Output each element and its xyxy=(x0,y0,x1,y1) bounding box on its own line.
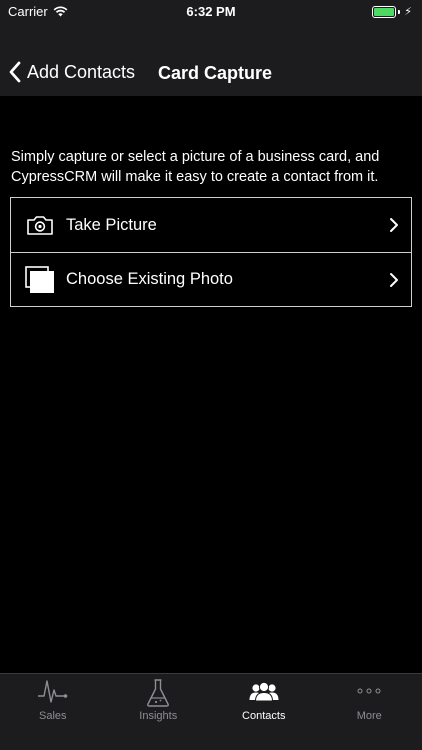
tab-insights-label: Insights xyxy=(139,710,178,722)
photos-icon xyxy=(25,266,54,293)
back-label: Add Contacts xyxy=(27,61,136,82)
choose-photo-label: Choose Existing Photo xyxy=(66,270,233,288)
tab-sales-label: Sales xyxy=(38,710,67,722)
page-title: Card Capture xyxy=(158,63,273,83)
chevron-left-icon xyxy=(9,61,21,83)
battery-icon: ⚡ xyxy=(372,5,412,18)
tab-more-label: More xyxy=(356,710,382,722)
tab-contacts[interactable]: Contacts xyxy=(211,674,317,734)
take-picture-option[interactable]: Take Picture xyxy=(11,198,411,252)
top-bar: Carrier 6:32 PM ⚡ Add Contacts Card Capt… xyxy=(0,0,422,96)
tab-more[interactable]: More xyxy=(317,674,422,734)
status-time: 6:32 PM xyxy=(186,4,236,19)
back-button[interactable]: Add Contacts xyxy=(8,61,135,83)
people-icon xyxy=(249,681,279,702)
flask-icon xyxy=(147,679,170,707)
chevron-right-icon xyxy=(390,273,398,287)
chevron-right-icon xyxy=(390,218,398,232)
screen: Carrier 6:32 PM ⚡ Add Contacts Card Capt… xyxy=(0,0,422,750)
status-bar: Carrier 6:32 PM ⚡ xyxy=(0,0,422,24)
take-picture-label: Take Picture xyxy=(66,215,157,234)
description-text: Simply capture or select a picture of a … xyxy=(11,149,380,185)
pulse-icon xyxy=(37,680,68,703)
choose-photo-option[interactable]: Choose Existing Photo xyxy=(11,252,411,306)
charging-icon: ⚡ xyxy=(404,6,412,18)
ellipsis-icon xyxy=(357,688,381,694)
tab-sales[interactable]: Sales xyxy=(0,674,106,734)
navigation-bar: Add Contacts Card Capture xyxy=(0,52,422,96)
camera-icon xyxy=(27,216,53,235)
capture-options-list: Take Picture Choose Existing Photo xyxy=(10,197,412,307)
tab-insights[interactable]: Insights xyxy=(106,674,212,734)
battery-fill xyxy=(374,7,395,16)
tab-bar: Sales Insights Contacts More xyxy=(0,673,422,750)
tab-contacts-label: Contacts xyxy=(242,710,286,722)
